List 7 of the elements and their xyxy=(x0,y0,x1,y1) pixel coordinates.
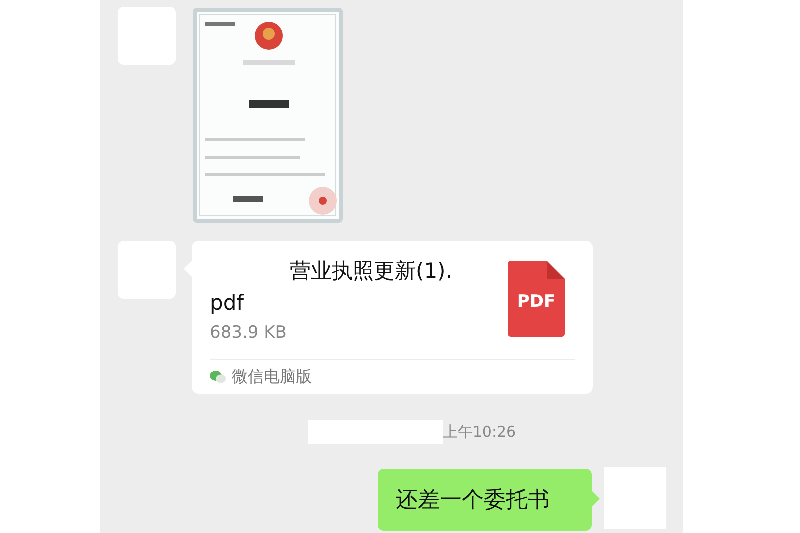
source-label: 微信电脑版 xyxy=(232,366,312,388)
file-size: 683.9 KB xyxy=(210,323,288,343)
chat-bubbles-icon xyxy=(210,370,226,384)
message-bubble[interactable]: 还差一个委托书 xyxy=(378,469,592,531)
timestamp: 上午10:26 xyxy=(442,422,516,442)
pdf-file-icon: PDF xyxy=(508,261,565,337)
file-name: 营业执照更新(1).pdf xyxy=(210,258,454,317)
